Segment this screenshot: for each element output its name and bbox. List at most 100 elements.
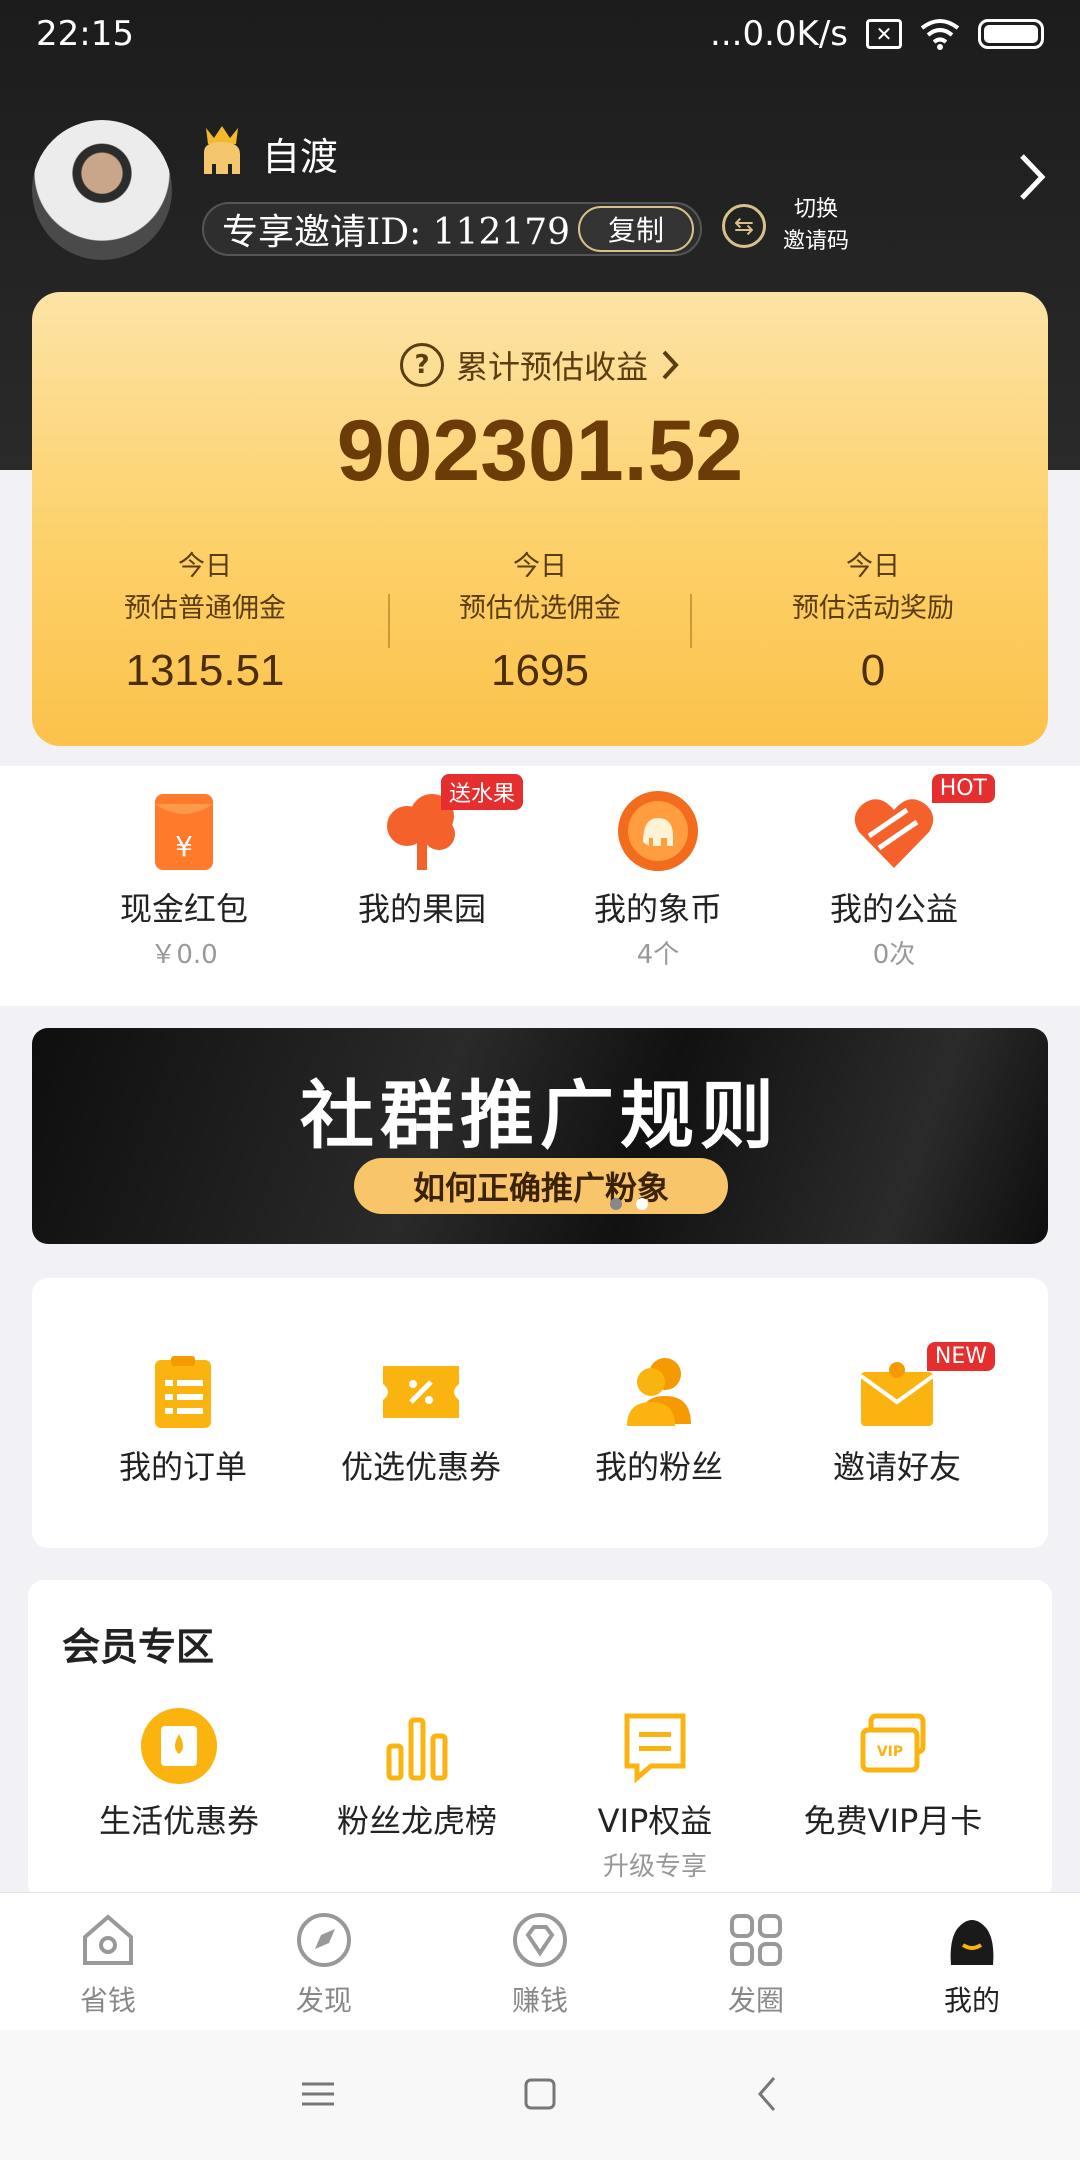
member-leaderboard[interactable]: 粉丝龙虎榜: [292, 1706, 542, 1846]
status-icons: ...0.0K/s ✕: [710, 14, 1044, 54]
chevron-right-icon: [662, 350, 679, 380]
clipboard-icon: [155, 1356, 211, 1428]
earn-col-value: 1315.51: [125, 646, 285, 695]
new-badge: NEW: [926, 1342, 995, 1371]
nav-label: 我的: [943, 1984, 1000, 2017]
quick-sub: 0次: [872, 940, 916, 970]
grid-icon: [730, 1914, 782, 1966]
switch-invite-code-button[interactable]: 切换 邀请码: [776, 194, 856, 258]
switch-label-bottom: 邀请码: [782, 229, 849, 254]
menu-label: 优选优惠券: [340, 1448, 501, 1486]
earnings-card[interactable]: ? 累计预估收益 902301.52 今日 预估普通佣金 1315.51 今日 …: [32, 292, 1048, 746]
quick-orchard[interactable]: 送水果 我的果园: [304, 774, 540, 934]
nav-label: 发圈: [727, 1984, 784, 2017]
question-icon[interactable]: ?: [399, 343, 444, 387]
sim-icon: ✕: [866, 19, 902, 49]
earn-col-normal: 今日 预估普通佣金 1315.51: [40, 546, 370, 696]
menu-icon[interactable]: [298, 2074, 338, 2114]
member-label: VIP权益: [597, 1802, 713, 1840]
earn-col-value: 0: [860, 646, 886, 695]
compass-icon: [297, 1913, 351, 1967]
copy-button[interactable]: 复制: [578, 206, 694, 252]
carousel-dot: [610, 1198, 622, 1210]
crown-elephant-icon: [204, 126, 240, 174]
svg-text:¥: ¥: [175, 830, 193, 863]
invite-id-pill: 专享邀请ID: 112179 复制: [202, 202, 702, 256]
profile-icon: [950, 1920, 994, 1965]
member-zone: 会员专区 生活优惠券 粉丝龙虎榜 VIP权益 升级专享 VIP 免费VIP月卡: [28, 1580, 1052, 1900]
quick-charity[interactable]: HOT 我的公益 0次: [776, 774, 1012, 971]
svg-text:VIP: VIP: [877, 1744, 903, 1760]
member-sub: 升级专享: [602, 1852, 707, 1882]
bar-chart-icon: [386, 1717, 448, 1781]
quick-sub: ￥0.0: [150, 940, 218, 970]
system-navigation-bar: [0, 2030, 1080, 2160]
diamond-icon: [513, 1913, 567, 1967]
menu-label: 邀请好友: [832, 1448, 961, 1486]
username: 自渡: [262, 135, 339, 179]
earn-col-value: 1695: [491, 646, 589, 695]
switch-label-top: 切换: [793, 197, 838, 222]
banner-title: 社群推广规则: [300, 1073, 780, 1159]
hot-badge: HOT: [931, 774, 995, 803]
fans-icon: [627, 1358, 691, 1426]
menu-label: 我的粉丝: [594, 1448, 723, 1486]
menu-invite-friends[interactable]: NEW 邀请好友: [772, 1342, 1022, 1488]
member-vip-rights[interactable]: VIP权益 升级专享: [530, 1706, 780, 1883]
back-icon[interactable]: [748, 2074, 788, 2114]
function-menu: 我的订单 优选优惠券 我的粉丝 NEW 邀请好友: [32, 1278, 1048, 1548]
member-free-vip-card[interactable]: VIP 免费VIP月卡: [768, 1706, 1018, 1846]
earn-col-label-top: 今日: [178, 551, 232, 582]
member-label: 生活优惠券: [98, 1802, 259, 1840]
member-title: 会员专区: [62, 1625, 215, 1669]
divider: [690, 594, 692, 648]
earn-col-premium: 今日 预估优选佣金 1695: [375, 546, 705, 696]
red-packet-icon: ¥: [155, 794, 213, 870]
menu-coupons[interactable]: 优选优惠券: [296, 1354, 546, 1488]
nav-save[interactable]: 省钱: [0, 1911, 216, 2019]
battery-icon: [978, 19, 1044, 49]
earnings-title: 累计预估收益: [455, 348, 648, 386]
bottom-nav: 省钱 发现 赚钱 发圈 我的: [0, 1892, 1080, 2030]
status-time: 22:15: [36, 14, 134, 54]
chevron-right-icon[interactable]: [1014, 150, 1050, 204]
home-square-icon[interactable]: [520, 2074, 560, 2114]
member-label: 免费VIP月卡: [803, 1802, 983, 1840]
coupon-icon: [383, 1366, 459, 1418]
avatar[interactable]: [32, 120, 172, 260]
heart-icon: [854, 799, 934, 868]
quick-label: 我的象币: [593, 890, 722, 928]
carousel-dot-active: [636, 1198, 648, 1210]
earnings-total: 902301.52: [336, 403, 744, 499]
wifi-icon: [920, 19, 960, 50]
switch-icon[interactable]: ⇆: [722, 204, 766, 248]
quick-actions: ¥ 现金红包 ￥0.0 送水果 我的果园 我的象币 4个 HOT 我的公益 0次: [0, 766, 1080, 1006]
earn-col-label-top: 今日: [846, 551, 900, 582]
earn-col-label-top: 今日: [513, 551, 567, 582]
earnings-title-row[interactable]: ? 累计预估收益: [32, 342, 1048, 388]
network-speed: ...0.0K/s: [710, 14, 848, 54]
nav-moments[interactable]: 发圈: [648, 1911, 864, 2019]
nav-label: 省钱: [79, 1984, 136, 2017]
invite-id-text: 专享邀请ID: 112179: [222, 212, 571, 253]
quick-label: 现金红包: [119, 890, 248, 928]
earn-col-label: 预估普通佣金: [124, 593, 286, 624]
life-coupon-icon: [141, 1708, 217, 1784]
menu-orders[interactable]: 我的订单: [58, 1354, 308, 1488]
menu-fans[interactable]: 我的粉丝: [534, 1354, 784, 1488]
nav-earn[interactable]: 赚钱: [432, 1911, 648, 2019]
promo-banner[interactable]: 社群推广规则 如何正确推广粉象: [32, 1028, 1048, 1244]
nav-discover[interactable]: 发现: [216, 1911, 432, 2019]
status-bar: 22:15 ...0.0K/s ✕: [0, 0, 1080, 70]
vip-card-icon: VIP: [860, 1713, 926, 1773]
member-label: 粉丝龙虎榜: [336, 1802, 497, 1840]
quick-label: 我的公益: [829, 890, 958, 928]
earn-col-activity: 今日 预估活动奖励 0: [708, 546, 1038, 696]
member-life-coupon[interactable]: 生活优惠券: [54, 1706, 304, 1846]
fruit-tag-badge: 送水果: [440, 774, 523, 810]
menu-label: 我的订单: [118, 1448, 247, 1486]
nav-label: 赚钱: [511, 1984, 568, 2017]
nav-mine[interactable]: 我的: [864, 1911, 1080, 2019]
quick-coins[interactable]: 我的象币 4个: [540, 786, 776, 971]
quick-cash-redpacket[interactable]: ¥ 现金红包 ￥0.0: [66, 786, 302, 971]
